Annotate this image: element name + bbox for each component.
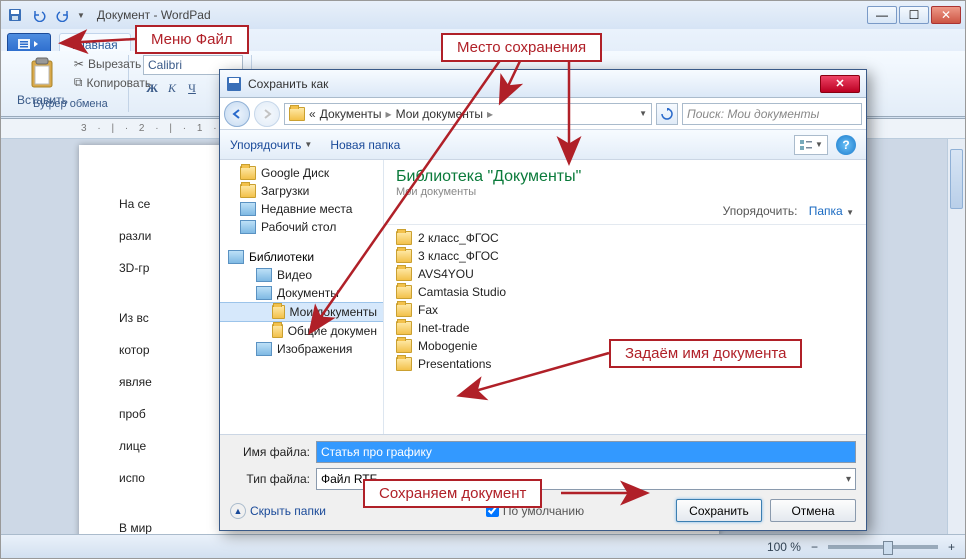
nav-forward-button[interactable] bbox=[254, 101, 280, 127]
window-title: Документ - WordPad bbox=[97, 8, 211, 22]
nav-publicdocs[interactable]: Общие докумен bbox=[220, 322, 383, 340]
dialog-close-button[interactable]: ✕ bbox=[820, 75, 860, 93]
new-folder-button[interactable]: Новая папка bbox=[330, 138, 400, 152]
qat-redo-icon[interactable] bbox=[53, 5, 73, 25]
list-item[interactable]: Inet-trade bbox=[392, 319, 858, 337]
file-list[interactable]: 2 класс_ФГОС 3 класс_ФГОС AVS4YOU Camtas… bbox=[384, 225, 866, 434]
view-button[interactable]: ▼ bbox=[794, 135, 828, 155]
search-input[interactable]: Поиск: Мои документы bbox=[682, 103, 862, 125]
save-as-dialog: Сохранить как ✕ « Документы ▸ Мои докуме… bbox=[219, 69, 867, 531]
callout-save-location: Место сохранения bbox=[441, 33, 602, 62]
filename-input[interactable] bbox=[316, 441, 856, 463]
zoom-slider[interactable] bbox=[828, 545, 938, 549]
list-item[interactable]: Camtasia Studio bbox=[392, 283, 858, 301]
filename-label: Имя файла: bbox=[230, 445, 310, 459]
scrollbar-thumb[interactable] bbox=[950, 149, 963, 209]
nav-documents[interactable]: Документы bbox=[220, 284, 383, 302]
folder-icon bbox=[289, 107, 305, 121]
navigation-pane[interactable]: Google Диск Загрузки Недавние места Рабо… bbox=[220, 160, 384, 434]
close-button[interactable]: ✕ bbox=[931, 6, 961, 24]
cancel-button[interactable]: Отмена bbox=[770, 499, 856, 522]
qat-dropdown-icon[interactable]: ▼ bbox=[77, 11, 85, 20]
callout-set-filename: Задаём имя документа bbox=[609, 339, 802, 368]
help-button[interactable]: ? bbox=[836, 135, 856, 155]
sort-dropdown[interactable]: Папка ▼ bbox=[809, 204, 854, 218]
nav-video[interactable]: Видео bbox=[220, 266, 383, 284]
clipboard-group-label: Буфер обмена bbox=[33, 98, 108, 110]
nav-mydocs[interactable]: Мои документы bbox=[220, 302, 383, 322]
library-subtitle: Мои документы bbox=[396, 186, 854, 198]
address-bar[interactable]: « Документы ▸ Мои документы ▸ ▼ bbox=[284, 103, 652, 125]
list-item[interactable]: AVS4YOU bbox=[392, 265, 858, 283]
vertical-scrollbar[interactable] bbox=[947, 139, 965, 534]
nav-libraries[interactable]: Библиотеки bbox=[220, 246, 383, 266]
italic-button[interactable]: К bbox=[163, 79, 181, 97]
callout-do-save: Сохраняем документ bbox=[363, 479, 542, 508]
list-item[interactable]: Fax bbox=[392, 301, 858, 319]
zoom-in-button[interactable]: + bbox=[948, 540, 955, 554]
zoom-out-button[interactable]: − bbox=[811, 540, 818, 554]
chevron-down-icon[interactable]: ▼ bbox=[639, 109, 647, 118]
nav-back-button[interactable] bbox=[224, 101, 250, 127]
nav-gdrive[interactable]: Google Диск bbox=[220, 164, 383, 182]
refresh-button[interactable] bbox=[656, 103, 678, 125]
save-icon bbox=[226, 76, 242, 92]
minimize-button[interactable]: — bbox=[867, 6, 897, 24]
nav-desktop[interactable]: Рабочий стол bbox=[220, 218, 383, 236]
hide-folders-button[interactable]: ▲Скрыть папки bbox=[230, 503, 326, 519]
nav-pictures[interactable]: Изображения bbox=[220, 340, 383, 358]
dialog-titlebar: Сохранить как ✕ bbox=[220, 70, 866, 98]
filetype-label: Тип файла: bbox=[230, 472, 310, 486]
paste-icon[interactable] bbox=[24, 55, 60, 91]
save-button[interactable]: Сохранить bbox=[676, 499, 762, 522]
qat-undo-icon[interactable] bbox=[29, 5, 49, 25]
underline-button[interactable]: Ч bbox=[183, 79, 201, 97]
callout-file-menu: Меню Файл bbox=[135, 25, 249, 54]
list-item[interactable]: 2 класс_ФГОС bbox=[392, 229, 858, 247]
maximize-button[interactable]: ☐ bbox=[899, 6, 929, 24]
cut-button[interactable]: ✂Вырезать bbox=[74, 57, 151, 71]
status-bar: 100 % − + bbox=[1, 534, 965, 558]
scissors-icon: ✂ bbox=[74, 57, 84, 71]
copy-icon: ⧉ bbox=[74, 75, 83, 90]
list-item[interactable]: 3 класс_ФГОС bbox=[392, 247, 858, 265]
copy-button[interactable]: ⧉Копировать bbox=[74, 75, 151, 90]
zoom-label: 100 % bbox=[767, 540, 801, 554]
qat-save-icon[interactable] bbox=[5, 5, 25, 25]
dialog-title: Сохранить как bbox=[248, 77, 328, 91]
library-title: Библиотека "Документы" bbox=[396, 168, 854, 186]
nav-recent[interactable]: Недавние места bbox=[220, 200, 383, 218]
nav-downloads[interactable]: Загрузки bbox=[220, 182, 383, 200]
organize-button[interactable]: Упорядочить▼ bbox=[230, 138, 312, 152]
